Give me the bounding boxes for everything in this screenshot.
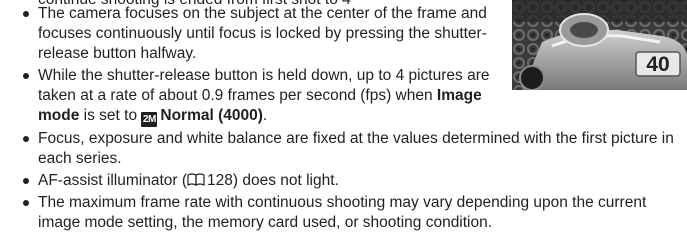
bullet-dot-icon bbox=[23, 136, 29, 142]
bullet-text: . bbox=[262, 107, 268, 124]
bullet-dot-icon bbox=[23, 178, 29, 184]
kart-number: 40 bbox=[646, 53, 669, 76]
bullet-af-assist: AF-assist illuminator ( 128) does not li… bbox=[0, 171, 678, 191]
bullet-text: The camera focuses on the subject at the… bbox=[38, 5, 487, 62]
go-kart-photo-image: 40 bbox=[512, 0, 687, 90]
bullet-text: Focus, exposure and white balance are fi… bbox=[38, 130, 674, 167]
page-reference[interactable]: 128 bbox=[207, 172, 233, 189]
bullet-max-frame-rate: The maximum frame rate with continuous s… bbox=[0, 193, 678, 233]
bullet-text: ) does not light. bbox=[232, 172, 339, 189]
normal-4000-label: Normal (4000) bbox=[160, 107, 263, 124]
bullet-text: While the shutter-release button is held… bbox=[38, 67, 490, 104]
bullet-focus-exposure: Focus, exposure and white balance are fi… bbox=[0, 129, 678, 169]
go-kart-photo: 40 bbox=[512, 0, 687, 90]
bullet-frame-rate: While the shutter-release button is held… bbox=[0, 66, 498, 127]
book-reference-icon bbox=[187, 173, 205, 186]
bullet-text: is set to bbox=[79, 107, 142, 124]
bullet-dot-icon bbox=[23, 11, 29, 17]
manual-page: continue shooting is ended from first sh… bbox=[0, 0, 687, 252]
bullet-dot-icon bbox=[23, 200, 29, 206]
bullet-text: The maximum frame rate with continuous s… bbox=[38, 194, 647, 231]
bullet-dot-icon bbox=[23, 73, 29, 79]
bullet-focus-center: The camera focuses on the subject at the… bbox=[0, 4, 498, 64]
bullet-text: AF-assist illuminator ( bbox=[38, 172, 187, 189]
image-mode-2m-icon: 2M bbox=[141, 112, 158, 127]
